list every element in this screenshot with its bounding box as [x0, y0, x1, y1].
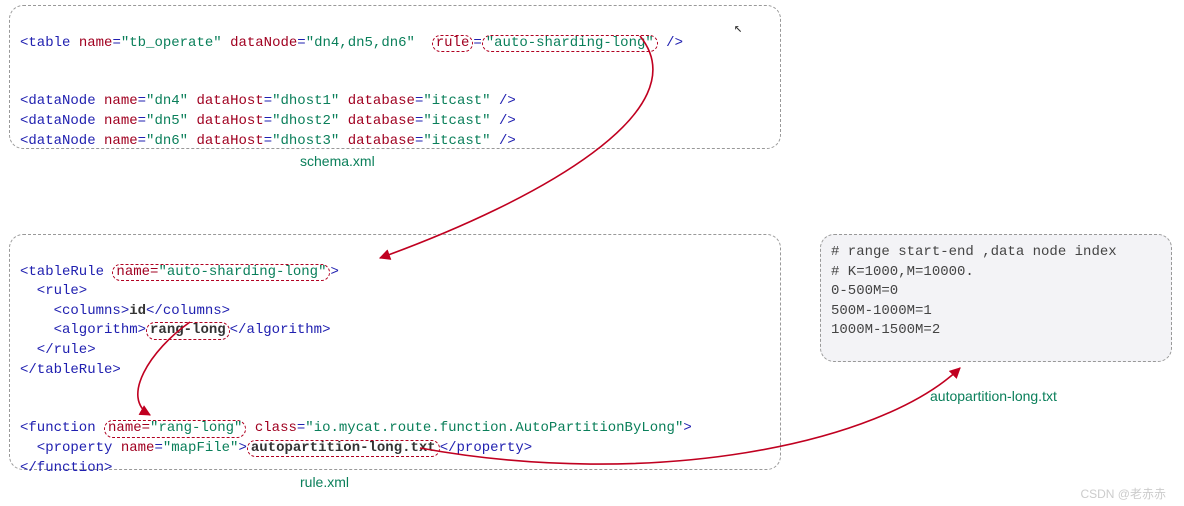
rule-attr-highlight: rule	[432, 35, 474, 52]
schema-caption: schema.xml	[300, 153, 375, 169]
mapfile-highlight: autopartition-long.txt	[247, 440, 440, 457]
rule-val-highlight: "auto-sharding-long"	[482, 35, 658, 52]
rule-caption: rule.xml	[300, 474, 349, 490]
mouse-cursor-icon: ↖	[734, 20, 742, 37]
function-name-highlight: name="rang-long"	[104, 420, 246, 437]
tablerule-name-highlight: name="auto-sharding-long"	[112, 264, 330, 281]
schema-code: <table name="tb_operate" dataNode="dn4,d…	[20, 14, 770, 151]
txt-code: # range start-end ,data node index # K=1…	[831, 243, 1161, 341]
algorithm-highlight: rang-long	[146, 322, 230, 339]
watermark: CSDN @老赤赤	[1080, 485, 1166, 502]
txt-caption: autopartition-long.txt	[930, 388, 1057, 404]
rule-code: <tableRule name="auto-sharding-long"> <r…	[20, 243, 770, 478]
txt-box: # range start-end ,data node index # K=1…	[820, 234, 1172, 362]
rule-box: <tableRule name="auto-sharding-long"> <r…	[9, 234, 781, 470]
schema-box: <table name="tb_operate" dataNode="dn4,d…	[9, 5, 781, 149]
